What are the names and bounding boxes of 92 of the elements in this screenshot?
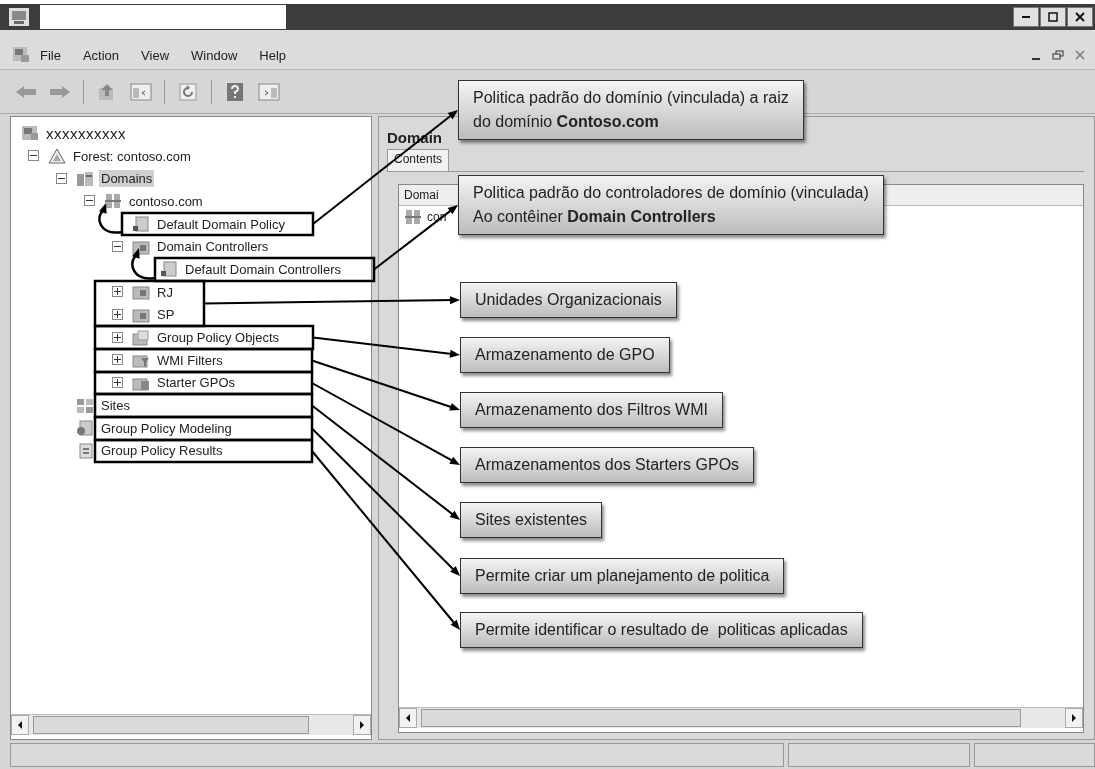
scroll-right-button[interactable]: [1065, 708, 1083, 728]
callout: Unidades Organizacionais: [460, 282, 677, 318]
callout: Permite identificar o resultado de politicas aplicadas: [460, 612, 863, 648]
folder-icon: [132, 329, 150, 346]
server-group-icon: [104, 193, 122, 210]
plus-icon: [114, 356, 121, 364]
panel-icon: [130, 82, 152, 101]
left-triangle-icon: [405, 714, 411, 722]
tree-item[interactable]: Starter GPOs: [155, 374, 238, 392]
tree-item[interactable]: SP: [155, 306, 177, 324]
maximize-icon: [1048, 12, 1058, 22]
server-group-icon: [76, 170, 94, 187]
document-icon: [160, 261, 178, 278]
help-icon: [226, 81, 244, 102]
expand-button[interactable]: [112, 308, 123, 320]
refresh-icon: [178, 81, 198, 102]
console-icon: [8, 7, 30, 27]
curved-arrow: [131, 248, 156, 280]
callout: Sites existentes: [460, 502, 603, 538]
tree-item[interactable]: contoso.com: [127, 192, 205, 210]
tree-item[interactable]: Domain Controllers: [155, 238, 271, 256]
tree-item[interactable]: Default Domain Policy: [155, 215, 287, 233]
plus-icon: [114, 378, 121, 386]
expand-button[interactable]: [112, 376, 123, 388]
restore-icon: [1052, 50, 1064, 60]
document-icon: [76, 420, 94, 437]
tree-item[interactable]: Sites: [99, 397, 132, 415]
menu-item[interactable]: Help: [259, 48, 287, 63]
expand-button[interactable]: [112, 354, 123, 366]
console-icon: [12, 45, 30, 63]
menu-item[interactable]: Action: [82, 48, 120, 63]
collapse-button[interactable]: [28, 150, 39, 162]
tree-item[interactable]: Group Policy Modeling: [99, 419, 234, 437]
horizontal-scrollbar[interactable]: [399, 707, 1083, 728]
tree-item[interactable]: Forest: contoso.com: [71, 147, 193, 165]
plus-icon: [114, 333, 121, 341]
right-triangle-icon: [1071, 714, 1077, 722]
menu-item[interactable]: Window: [191, 48, 238, 63]
callout: Politica padrão do domínio (vinculada) a raiz do domínio Contoso.com: [458, 80, 804, 140]
folder-icon: [132, 306, 150, 323]
callout: Politica padrão do controladores de domínio (vinculada) Ao contêiner Domain Controllers: [458, 175, 884, 235]
triangle-icon: [48, 148, 66, 165]
scroll-left-button[interactable]: [11, 715, 29, 735]
close-icon: [1075, 12, 1085, 22]
callout: Permite criar um planejamento de politica: [460, 558, 785, 594]
server-group-icon: [404, 209, 422, 225]
callout: Armazenamento de GPO: [460, 337, 670, 373]
menu-item[interactable]: View: [141, 48, 170, 63]
minimize-button[interactable]: [1013, 7, 1039, 27]
tab[interactable]: Contents: [387, 149, 450, 171]
tree-item[interactable]: xxxxxxxxxx: [44, 123, 128, 143]
horizontal-scrollbar[interactable]: [11, 714, 371, 735]
panel-icon: [258, 82, 280, 101]
callout: Armazenamentos dos Starters GPOs: [460, 447, 755, 483]
left-arrow-icon: [14, 83, 38, 100]
tree-item[interactable]: Default Domain Controllers: [183, 260, 344, 278]
close-icon: [1075, 50, 1085, 60]
collapse-button[interactable]: [112, 240, 123, 252]
folder-icon: [132, 238, 150, 255]
left-triangle-icon: [17, 721, 23, 729]
tree-item[interactable]: Group Policy Results: [99, 442, 225, 460]
expand-button[interactable]: [112, 331, 123, 343]
tree-item[interactable]: Domains: [99, 170, 155, 188]
minimize-icon: [1022, 16, 1030, 18]
tree-item[interactable]: RJ: [155, 283, 175, 301]
scroll-right-button[interactable]: [353, 715, 371, 735]
callout: Armazenamento dos Filtros WMI: [460, 392, 723, 428]
restore-button[interactable]: [1049, 47, 1067, 63]
collapse-button[interactable]: [84, 195, 95, 207]
plus-icon: [114, 288, 121, 296]
tree-item[interactable]: WMI Filters: [155, 351, 225, 369]
document-icon: [76, 442, 94, 459]
expand-button[interactable]: [112, 286, 123, 298]
right-triangle-icon: [359, 721, 365, 729]
column-header[interactable]: Domai: [399, 185, 444, 205]
console-icon: [21, 125, 39, 142]
scroll-left-button[interactable]: [399, 708, 417, 728]
document-icon: [132, 216, 150, 233]
menu-item[interactable]: File: [40, 48, 61, 63]
folder-icon: [132, 352, 150, 369]
grid-icon: [76, 397, 94, 414]
scrollbar-thumb[interactable]: [421, 709, 1021, 727]
minimize-icon: [1032, 58, 1040, 60]
folder-icon: [132, 284, 150, 301]
maximize-button[interactable]: [1040, 7, 1066, 27]
right-arrow-icon: [48, 83, 72, 100]
scrollbar-thumb[interactable]: [33, 716, 309, 734]
plus-icon: [114, 310, 121, 318]
close-button[interactable]: [1067, 7, 1093, 27]
collapse-button[interactable]: [56, 172, 67, 184]
tree-item[interactable]: Group Policy Objects: [155, 329, 282, 347]
curved-arrow: [98, 203, 123, 234]
